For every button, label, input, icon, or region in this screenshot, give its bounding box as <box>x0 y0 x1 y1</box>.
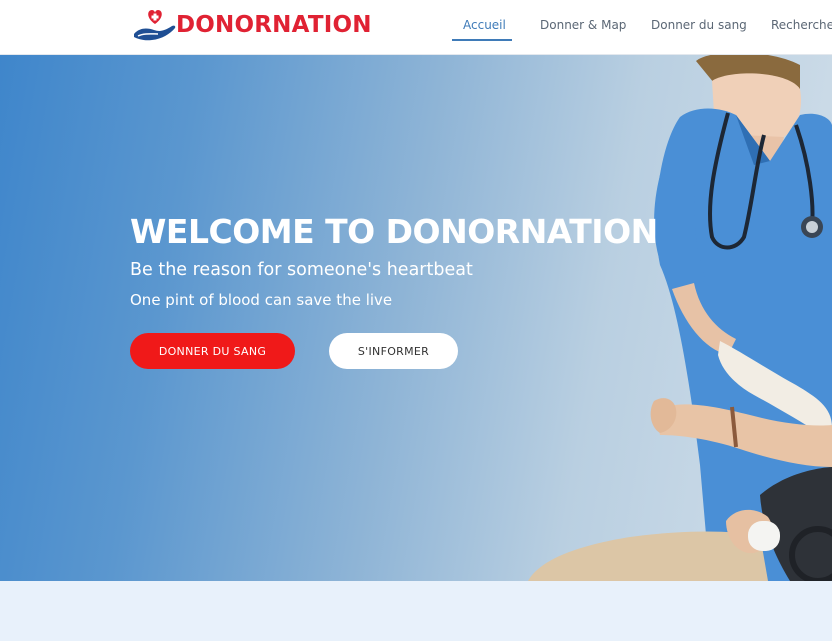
hero-subtitle: Be the reason for someone's heartbeat <box>130 260 473 280</box>
nav-item-rechercher[interactable]: Rechercher <box>771 16 832 38</box>
main-nav: Accueil Donner & Map Donner du sang Rech… <box>446 0 832 55</box>
site-header: DONORNATION Accueil Donner & Map Donner … <box>0 0 832 55</box>
hero-banner: WELCOME TO DONORNATION Be the reason for… <box>0 55 832 581</box>
donate-blood-button[interactable]: DONNER DU SANG <box>130 333 295 369</box>
brand-name: DONORNATION <box>176 12 372 38</box>
learn-more-button[interactable]: S'INFORMER <box>329 333 458 369</box>
hero-tagline: One pint of blood can save the live <box>130 291 393 309</box>
section-divider <box>0 581 832 641</box>
nav-item-accueil[interactable]: Accueil <box>463 16 506 38</box>
hero-title: WELCOME TO DONORNATION <box>130 212 658 251</box>
nav-item-donner-map[interactable]: Donner & Map <box>540 16 626 38</box>
logo[interactable]: DONORNATION <box>132 7 372 43</box>
nurse-illustration <box>528 55 832 581</box>
heart-hand-icon <box>132 7 178 43</box>
nav-active-indicator <box>452 39 512 41</box>
nav-item-donner-du-sang[interactable]: Donner du sang <box>651 16 747 38</box>
